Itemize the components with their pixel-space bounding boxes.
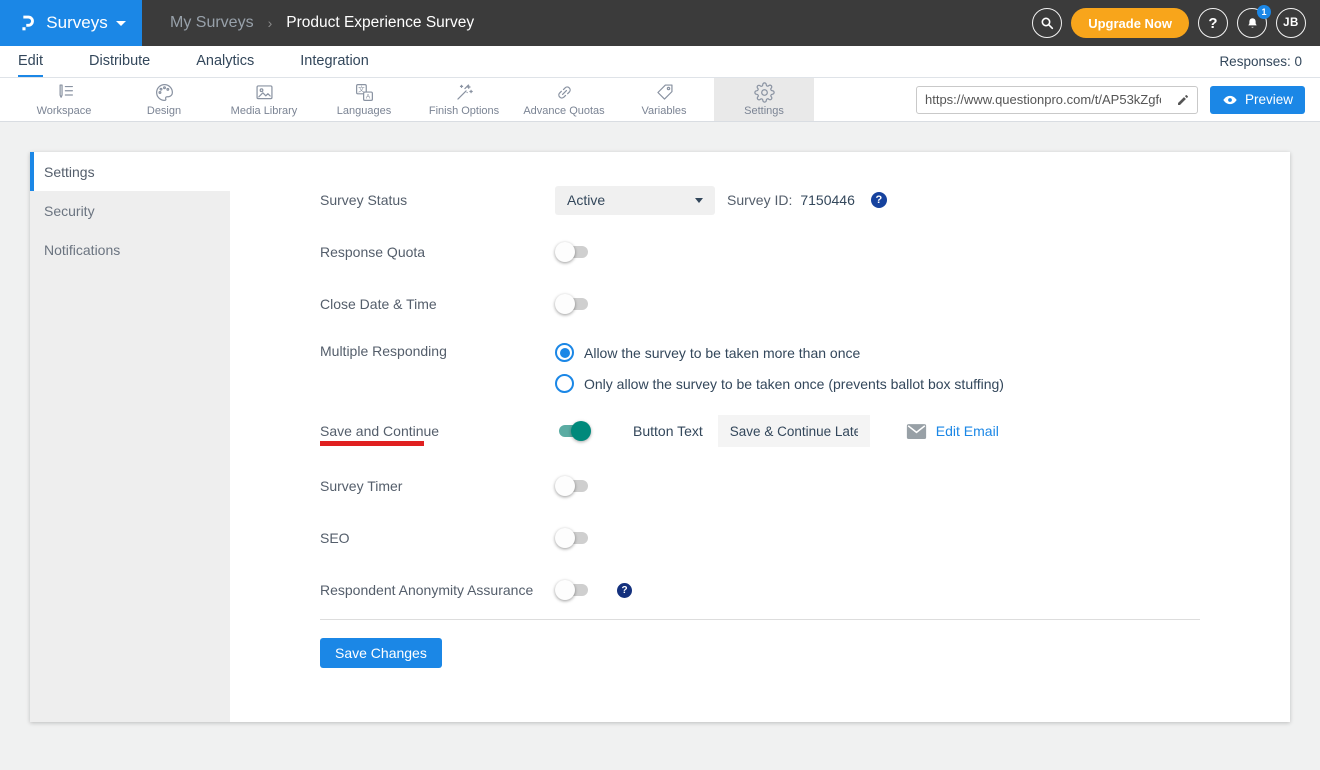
- close-date-time-row: Close Date & Time: [320, 289, 1290, 319]
- search-icon[interactable]: [1032, 8, 1062, 38]
- close-date-time-toggle[interactable]: [555, 294, 591, 314]
- survey-status-row: Survey Status Active Survey ID: 7150446 …: [320, 185, 1290, 215]
- multiple-responding-options: Allow the survey to be taken more than o…: [555, 341, 1004, 393]
- respondent-anonymity-label: Respondent Anonymity Assurance: [320, 582, 555, 598]
- page-background: Settings Security Notifications Survey S…: [0, 122, 1320, 770]
- media-image-icon: [254, 82, 275, 103]
- toolbar-item-languages[interactable]: 文 A Languages: [314, 78, 414, 121]
- tab-distribute[interactable]: Distribute: [89, 46, 150, 77]
- survey-id-help-icon[interactable]: ?: [871, 192, 887, 208]
- email-envelope-icon[interactable]: [906, 423, 927, 440]
- multiple-responding-row: Multiple Responding Allow the survey to …: [320, 341, 1290, 393]
- anonymity-help-icon[interactable]: ?: [617, 583, 632, 598]
- section-divider: [320, 619, 1200, 620]
- seo-row: SEO: [320, 523, 1290, 553]
- seo-label: SEO: [320, 530, 555, 546]
- chevron-down-icon: [695, 198, 703, 203]
- multiple-responding-label: Multiple Responding: [320, 341, 555, 359]
- edit-toolbar: Workspace Design Media Library 文 A Langu…: [0, 78, 1320, 122]
- magic-wand-icon: [454, 82, 475, 103]
- toolbar-right: Preview: [916, 78, 1320, 121]
- workspace-icon: [54, 82, 75, 103]
- product-switcher[interactable]: Surveys: [0, 0, 142, 46]
- edit-url-pencil-icon[interactable]: [1169, 93, 1197, 107]
- eye-icon: [1222, 92, 1238, 108]
- radio-option-once-only[interactable]: Only allow the survey to be taken once (…: [555, 374, 1004, 393]
- design-palette-icon: [154, 82, 175, 103]
- survey-mode-nav: Edit Distribute Analytics Integration Re…: [0, 46, 1320, 78]
- settings-card: Settings Security Notifications Survey S…: [30, 152, 1290, 722]
- breadcrumb: My Surveys › Product Experience Survey: [170, 14, 474, 32]
- settings-panel: Survey Status Active Survey ID: 7150446 …: [230, 152, 1290, 722]
- close-date-time-label: Close Date & Time: [320, 296, 555, 312]
- tab-analytics[interactable]: Analytics: [196, 46, 254, 77]
- survey-url-box: [916, 86, 1198, 114]
- chain-link-icon: [554, 82, 575, 103]
- response-quota-label: Response Quota: [320, 244, 555, 260]
- response-quota-toggle[interactable]: [555, 242, 591, 262]
- toolbar-item-advance-quotas[interactable]: Advance Quotas: [514, 78, 614, 121]
- button-text-label: Button Text: [633, 423, 703, 439]
- help-icon[interactable]: ?: [1198, 8, 1228, 38]
- button-text-input[interactable]: [718, 415, 870, 447]
- product-name: Surveys: [46, 13, 107, 33]
- sidebar-item-notifications[interactable]: Notifications: [30, 230, 230, 269]
- radio-option-multiple-allowed[interactable]: Allow the survey to be taken more than o…: [555, 343, 1004, 362]
- edit-email-link[interactable]: Edit Email: [936, 423, 999, 439]
- breadcrumb-survey-title: Product Experience Survey: [286, 14, 474, 32]
- toolbar-item-workspace[interactable]: Workspace: [14, 78, 114, 121]
- translate-icon: 文 A: [354, 82, 375, 103]
- svg-text:A: A: [365, 94, 370, 101]
- tag-icon: [654, 82, 675, 103]
- settings-sidebar: Settings Security Notifications: [30, 152, 230, 722]
- top-header: Surveys My Surveys › Product Experience …: [0, 0, 1320, 46]
- save-and-continue-row: Save and Continue Button Text Edit Email: [320, 415, 1290, 447]
- survey-status-dropdown[interactable]: Active: [555, 186, 715, 215]
- sidebar-item-settings[interactable]: Settings: [30, 152, 230, 191]
- survey-timer-row: Survey Timer: [320, 471, 1290, 501]
- survey-url-input[interactable]: [917, 92, 1169, 107]
- radio-selected-icon: [555, 343, 574, 362]
- avatar[interactable]: JB: [1276, 8, 1306, 38]
- survey-timer-toggle[interactable]: [555, 476, 591, 496]
- tab-integration[interactable]: Integration: [300, 46, 369, 77]
- questionpro-logo-icon: [16, 12, 38, 34]
- save-changes-button[interactable]: Save Changes: [320, 638, 442, 668]
- red-highlight-underline: [320, 441, 424, 446]
- survey-id: Survey ID: 7150446 ?: [727, 192, 887, 208]
- radio-unselected-icon: [555, 374, 574, 393]
- notifications-bell-icon[interactable]: 1: [1237, 8, 1267, 38]
- notification-count-badge: 1: [1257, 5, 1271, 19]
- toolbar-item-settings[interactable]: Settings: [714, 78, 814, 121]
- respondent-anonymity-toggle[interactable]: [555, 580, 591, 600]
- response-quota-row: Response Quota: [320, 237, 1290, 267]
- save-and-continue-label: Save and Continue: [320, 423, 555, 439]
- survey-timer-label: Survey Timer: [320, 478, 555, 494]
- survey-status-label: Survey Status: [320, 192, 555, 208]
- toolbar-item-finish-options[interactable]: Finish Options: [414, 78, 514, 121]
- chevron-down-icon: [116, 21, 126, 26]
- responses-count: Responses: 0: [1219, 46, 1302, 77]
- breadcrumb-my-surveys[interactable]: My Surveys: [170, 14, 254, 32]
- seo-toggle[interactable]: [555, 528, 591, 548]
- header-actions: Upgrade Now ? 1 JB: [1032, 8, 1320, 38]
- upgrade-now-button[interactable]: Upgrade Now: [1071, 8, 1189, 38]
- sidebar-item-security[interactable]: Security: [30, 191, 230, 230]
- tab-edit[interactable]: Edit: [18, 46, 43, 77]
- toolbar-item-design[interactable]: Design: [114, 78, 214, 121]
- respondent-anonymity-row: Respondent Anonymity Assurance ?: [320, 575, 1290, 605]
- preview-button[interactable]: Preview: [1210, 86, 1305, 114]
- gear-icon: [754, 82, 775, 103]
- save-and-continue-toggle[interactable]: [555, 421, 591, 441]
- breadcrumb-separator: ›: [268, 15, 273, 31]
- toolbar-item-media-library[interactable]: Media Library: [214, 78, 314, 121]
- toolbar-item-variables[interactable]: Variables: [614, 78, 714, 121]
